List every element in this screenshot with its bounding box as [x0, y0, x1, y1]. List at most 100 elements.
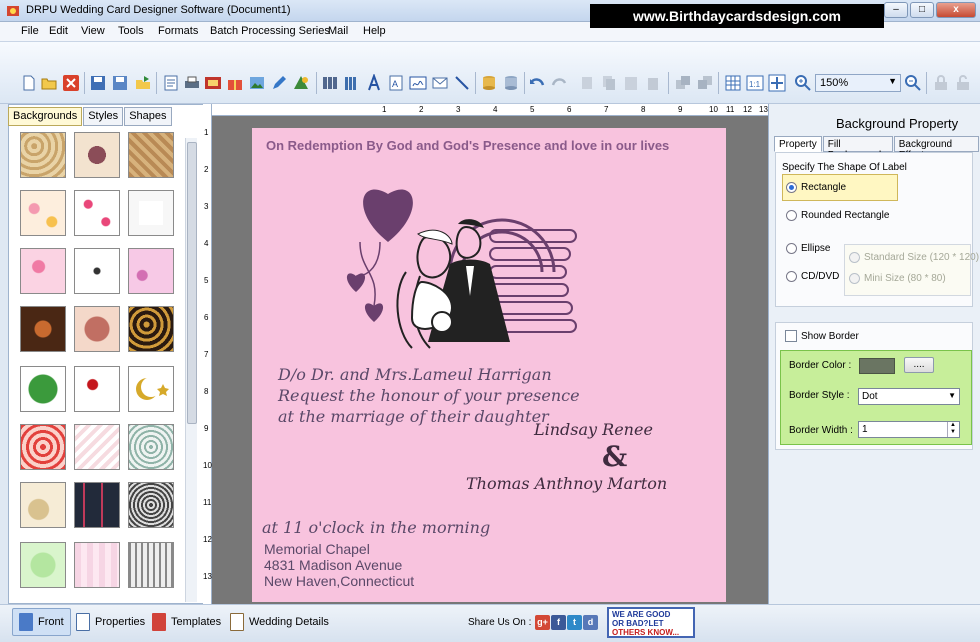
radio-rounded-rectangle-label[interactable]: Rounded Rectangle — [801, 210, 889, 221]
card-redemption-text[interactable]: On Redemption By God and God's Presence … — [266, 138, 669, 153]
tab-background-effects[interactable]: Background Effects — [893, 136, 979, 161]
lock-icon[interactable] — [932, 74, 950, 92]
background-thumbnail[interactable] — [128, 366, 174, 412]
paste-icon[interactable] — [622, 74, 640, 92]
close-button[interactable]: x — [936, 2, 976, 18]
wedding-card[interactable]: On Redemption By God and God's Presence … — [252, 128, 726, 602]
actual-size-icon[interactable]: 1:1 — [746, 74, 764, 92]
share-icon[interactable]: d — [583, 615, 598, 630]
open-icon[interactable] — [40, 74, 58, 92]
card-request-line[interactable]: Request the honour of your presence — [278, 386, 580, 405]
copy-icon[interactable] — [600, 74, 618, 92]
card-time-line[interactable]: at 11 o'clock in the morning — [262, 518, 490, 537]
background-thumbnail[interactable] — [74, 248, 120, 294]
mail-icon[interactable] — [431, 74, 449, 92]
zoom-in-icon[interactable] — [794, 74, 812, 92]
save-icon[interactable] — [89, 74, 107, 92]
card-venue-city[interactable]: New Haven,Connecticut — [264, 573, 414, 589]
undo-icon[interactable] — [528, 74, 546, 92]
gift-icon[interactable] — [226, 74, 244, 92]
shape-icon[interactable] — [292, 74, 310, 92]
tab-shapes[interactable]: Shapes — [124, 107, 172, 126]
card-daughter-line[interactable]: at the marriage of their daughter — [278, 407, 549, 426]
background-thumbnail[interactable] — [128, 248, 174, 294]
background-thumbnail[interactable] — [128, 482, 174, 528]
show-border-label[interactable]: Show Border — [801, 331, 859, 342]
minimize-button[interactable]: – — [884, 2, 908, 18]
background-thumbnail[interactable] — [74, 132, 120, 178]
feedback-button[interactable]: WE ARE GOOD OR BAD?LET OTHERS KNOW... — [607, 607, 695, 638]
background-thumbnail[interactable] — [74, 542, 120, 588]
background-thumbnail[interactable] — [20, 132, 66, 178]
restore-button[interactable]: □ — [910, 2, 934, 18]
line-icon[interactable] — [453, 74, 471, 92]
background-thumbnail[interactable] — [20, 306, 66, 352]
background-thumbnail[interactable] — [128, 424, 174, 470]
background-thumbnail[interactable] — [20, 424, 66, 470]
library-icon[interactable] — [343, 74, 361, 92]
card-venue-street[interactable]: 4831 Madison Avenue — [264, 557, 402, 573]
print-preview-icon[interactable] — [162, 74, 180, 92]
background-thumbnail[interactable] — [74, 366, 120, 412]
insert-text-icon[interactable]: A — [387, 74, 405, 92]
menu-batch-processing[interactable]: Batch Processing Series — [210, 25, 330, 37]
background-thumbnail[interactable] — [20, 366, 66, 412]
zoom-level-select[interactable]: 150% ▼ — [815, 74, 901, 92]
image-icon[interactable] — [248, 74, 266, 92]
close-document-icon[interactable] — [62, 74, 80, 92]
radio-rectangle-label[interactable]: Rectangle — [801, 182, 846, 193]
cut-icon[interactable] — [578, 74, 596, 92]
radio-standard-size[interactable] — [849, 252, 860, 263]
background-thumbnail[interactable] — [20, 248, 66, 294]
background-thumbnail[interactable] — [128, 190, 174, 236]
redo-icon[interactable] — [550, 74, 568, 92]
radio-rounded-rectangle[interactable] — [786, 210, 797, 221]
tab-fill-background[interactable]: Fill Background — [822, 136, 893, 161]
border-width-stepper[interactable]: 1 ▲ ▼ — [858, 421, 960, 438]
twitter-icon[interactable]: t — [567, 615, 582, 630]
radio-cd-dvd[interactable] — [786, 271, 797, 282]
tab-styles[interactable]: Styles — [83, 107, 124, 126]
background-thumbnail[interactable] — [74, 190, 120, 236]
print-icon[interactable] — [183, 74, 201, 92]
radio-cd-dvd-label[interactable]: CD/DVD — [801, 271, 839, 282]
send-back-icon[interactable] — [696, 74, 714, 92]
barcode-icon[interactable] — [321, 74, 339, 92]
border-color-browse-button[interactable]: .... — [904, 357, 934, 373]
menu-edit[interactable]: Edit — [49, 25, 68, 37]
stepper-arrows-icon[interactable]: ▲ ▼ — [947, 422, 958, 437]
signature-icon[interactable] — [409, 74, 427, 92]
menu-help[interactable]: Help — [363, 25, 386, 37]
background-thumbnail[interactable] — [74, 306, 120, 352]
pencil-icon[interactable] — [270, 74, 288, 92]
background-thumbnail[interactable] — [128, 542, 174, 588]
show-border-checkbox[interactable] — [785, 330, 797, 342]
tab-templates[interactable]: Templates — [152, 608, 221, 636]
delete-icon[interactable] — [644, 74, 662, 92]
save-as-icon[interactable] — [111, 74, 129, 92]
background-thumbnail[interactable] — [74, 424, 120, 470]
wedding-couple-heart-graphic[interactable] — [340, 172, 580, 352]
new-icon[interactable] — [20, 74, 38, 92]
background-thumbnail[interactable] — [20, 482, 66, 528]
radio-ellipse-label[interactable]: Ellipse — [801, 243, 830, 254]
tab-properties[interactable]: Properties — [76, 608, 145, 636]
radio-rectangle[interactable] — [786, 182, 797, 193]
card-venue-name[interactable]: Memorial Chapel — [264, 541, 370, 557]
radio-ellipse[interactable] — [786, 243, 797, 254]
scrollbar-thumb[interactable] — [187, 142, 197, 424]
bring-front-icon[interactable] — [674, 74, 692, 92]
card-bride-name[interactable]: Lindsay Renee — [534, 420, 653, 439]
export-icon[interactable] — [134, 74, 152, 92]
border-style-select[interactable]: Dot ▼ — [858, 388, 960, 405]
tab-front[interactable]: Front — [12, 608, 71, 636]
menu-file[interactable]: File — [21, 25, 39, 37]
database-icon[interactable] — [480, 74, 498, 92]
card-parents-line[interactable]: D/o Dr. and Mrs.Lameul Harrigan — [278, 365, 552, 384]
facebook-icon[interactable]: f — [551, 615, 566, 630]
card-groom-name[interactable]: Thomas Anthnoy Marton — [466, 474, 667, 493]
unlock-icon[interactable] — [954, 74, 972, 92]
gallery-icon[interactable] — [204, 74, 222, 92]
radio-mini-size[interactable] — [849, 273, 860, 284]
background-thumbnail[interactable] — [74, 482, 120, 528]
